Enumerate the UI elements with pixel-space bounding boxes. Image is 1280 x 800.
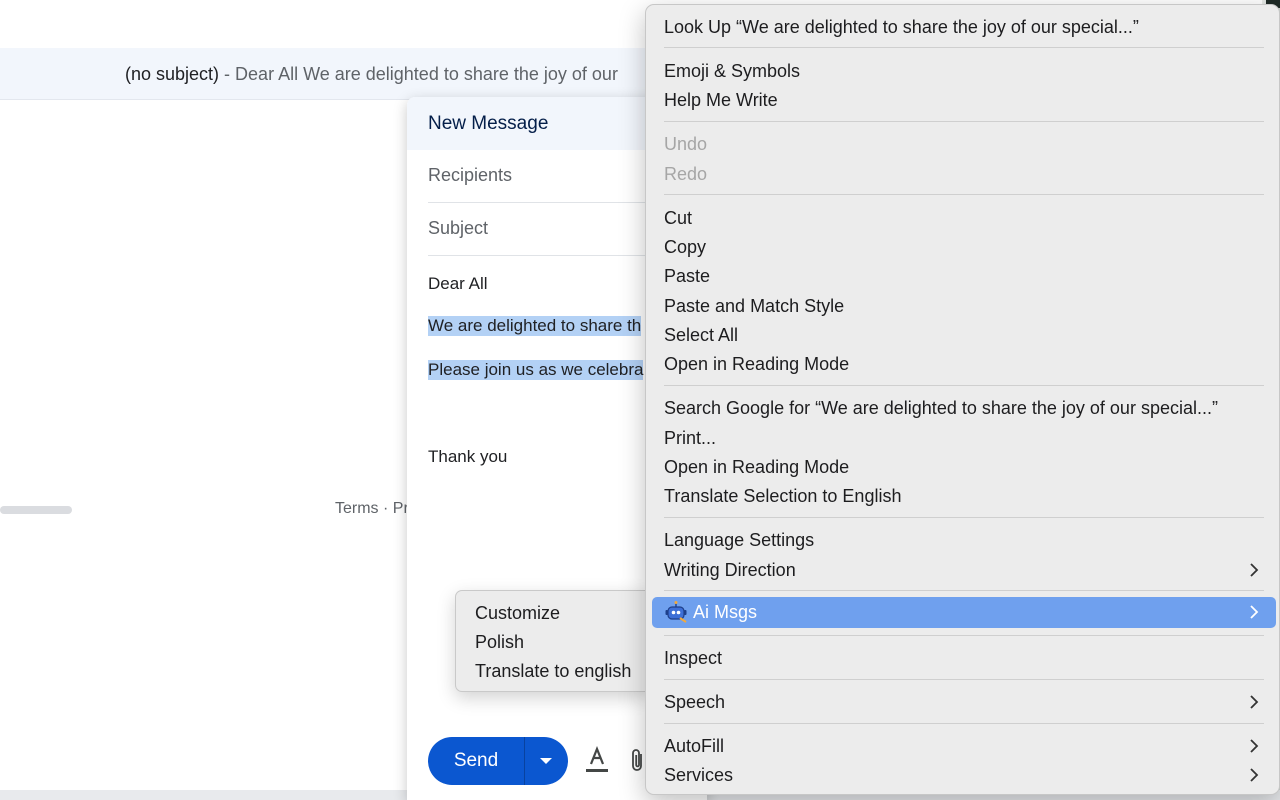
- menu-separator: [664, 385, 1264, 386]
- menu-item-open-reading-mode[interactable]: Open in Reading Mode: [664, 353, 849, 375]
- submenu-item-translate[interactable]: Translate to english: [475, 661, 631, 682]
- chevron-right-icon: [1250, 768, 1259, 782]
- menu-separator: [664, 590, 1264, 591]
- menu-separator: [664, 194, 1264, 195]
- menu-item-cut[interactable]: Cut: [664, 207, 692, 229]
- submenu-item-polish[interactable]: Polish: [475, 632, 524, 653]
- send-button[interactable]: Send: [428, 737, 524, 785]
- menu-item-paste-match-style[interactable]: Paste and Match Style: [664, 295, 844, 317]
- submenu-item-customize[interactable]: Customize: [475, 603, 560, 624]
- text-format-icon[interactable]: [585, 745, 609, 775]
- menu-separator: [664, 121, 1264, 122]
- mail-row-text: (no subject) - Dear All We are delighted…: [125, 64, 618, 85]
- menu-item-autofill[interactable]: AutoFill: [664, 735, 724, 757]
- menu-item-emoji-symbols[interactable]: Emoji & Symbols: [664, 60, 800, 82]
- mail-row-subject: (no subject): [125, 64, 220, 84]
- menu-item-redo: Redo: [664, 164, 708, 184]
- footer-links[interactable]: Terms · Pr: [335, 500, 409, 518]
- menu-item-ai-msgs-label: Ai Msgs: [693, 602, 758, 622]
- menu-item-inspect[interactable]: Inspect: [664, 647, 722, 669]
- menu-item-copy[interactable]: Copy: [664, 236, 706, 258]
- chevron-right-icon: [1250, 739, 1259, 753]
- context-menu: Look Up “We are delighted to share the j…: [645, 4, 1280, 795]
- send-options-button[interactable]: [525, 737, 568, 785]
- body-closing[interactable]: Thank you: [428, 447, 507, 467]
- menu-item-open-reading-mode-2[interactable]: Open in Reading Mode: [664, 456, 849, 478]
- body-greeting[interactable]: Dear All: [428, 274, 488, 294]
- compose-title: New Message: [428, 113, 549, 134]
- menu-item-services[interactable]: Services: [664, 764, 733, 786]
- chevron-right-icon: [1250, 605, 1259, 619]
- menu-item-undo: Undo: [664, 134, 708, 154]
- menu-separator: [664, 723, 1264, 724]
- chevron-right-icon: [1250, 563, 1259, 577]
- ai-msgs-submenu: Customize Polish Translate to english: [455, 590, 652, 692]
- menu-item-search-google[interactable]: Search Google for “We are delighted to s…: [664, 397, 1218, 419]
- recipients-placeholder: Recipients: [428, 165, 513, 185]
- menu-separator: [664, 517, 1264, 518]
- horizontal-scrollbar[interactable]: [0, 506, 72, 514]
- body-line-selected-2[interactable]: Please join us as we celebra: [428, 360, 644, 380]
- subject-placeholder: Subject: [428, 218, 489, 238]
- menu-separator: [664, 679, 1264, 680]
- dropdown-caret-icon: [540, 758, 552, 764]
- attach-icon[interactable]: [629, 747, 645, 773]
- menu-item-translate-selection[interactable]: Translate Selection to English: [664, 485, 901, 507]
- menu-item-print[interactable]: Print...: [664, 427, 716, 449]
- chevron-right-icon: [1250, 695, 1259, 709]
- menu-separator: [664, 635, 1264, 636]
- menu-item-paste[interactable]: Paste: [664, 265, 710, 287]
- send-button-group: Send: [428, 737, 568, 785]
- menu-item-language-settings[interactable]: Language Settings: [664, 529, 814, 551]
- menu-item-speech[interactable]: Speech: [664, 691, 725, 713]
- menu-item-help-me-write[interactable]: Help Me Write: [664, 89, 778, 111]
- body-line-selected-1[interactable]: We are delighted to share th: [428, 316, 642, 336]
- mail-row-separator: -: [219, 64, 236, 84]
- menu-item-select-all[interactable]: Select All: [664, 324, 738, 346]
- mail-row-snippet: Dear All We are delighted to share the j…: [235, 64, 618, 84]
- robot-icon: [665, 601, 687, 623]
- menu-separator: [664, 47, 1264, 48]
- menu-item-writing-direction[interactable]: Writing Direction: [664, 559, 796, 581]
- menu-item-ai-msgs[interactable]: Ai Msgs: [652, 597, 1276, 628]
- menu-item-look-up[interactable]: Look Up “We are delighted to share the j…: [664, 16, 1139, 38]
